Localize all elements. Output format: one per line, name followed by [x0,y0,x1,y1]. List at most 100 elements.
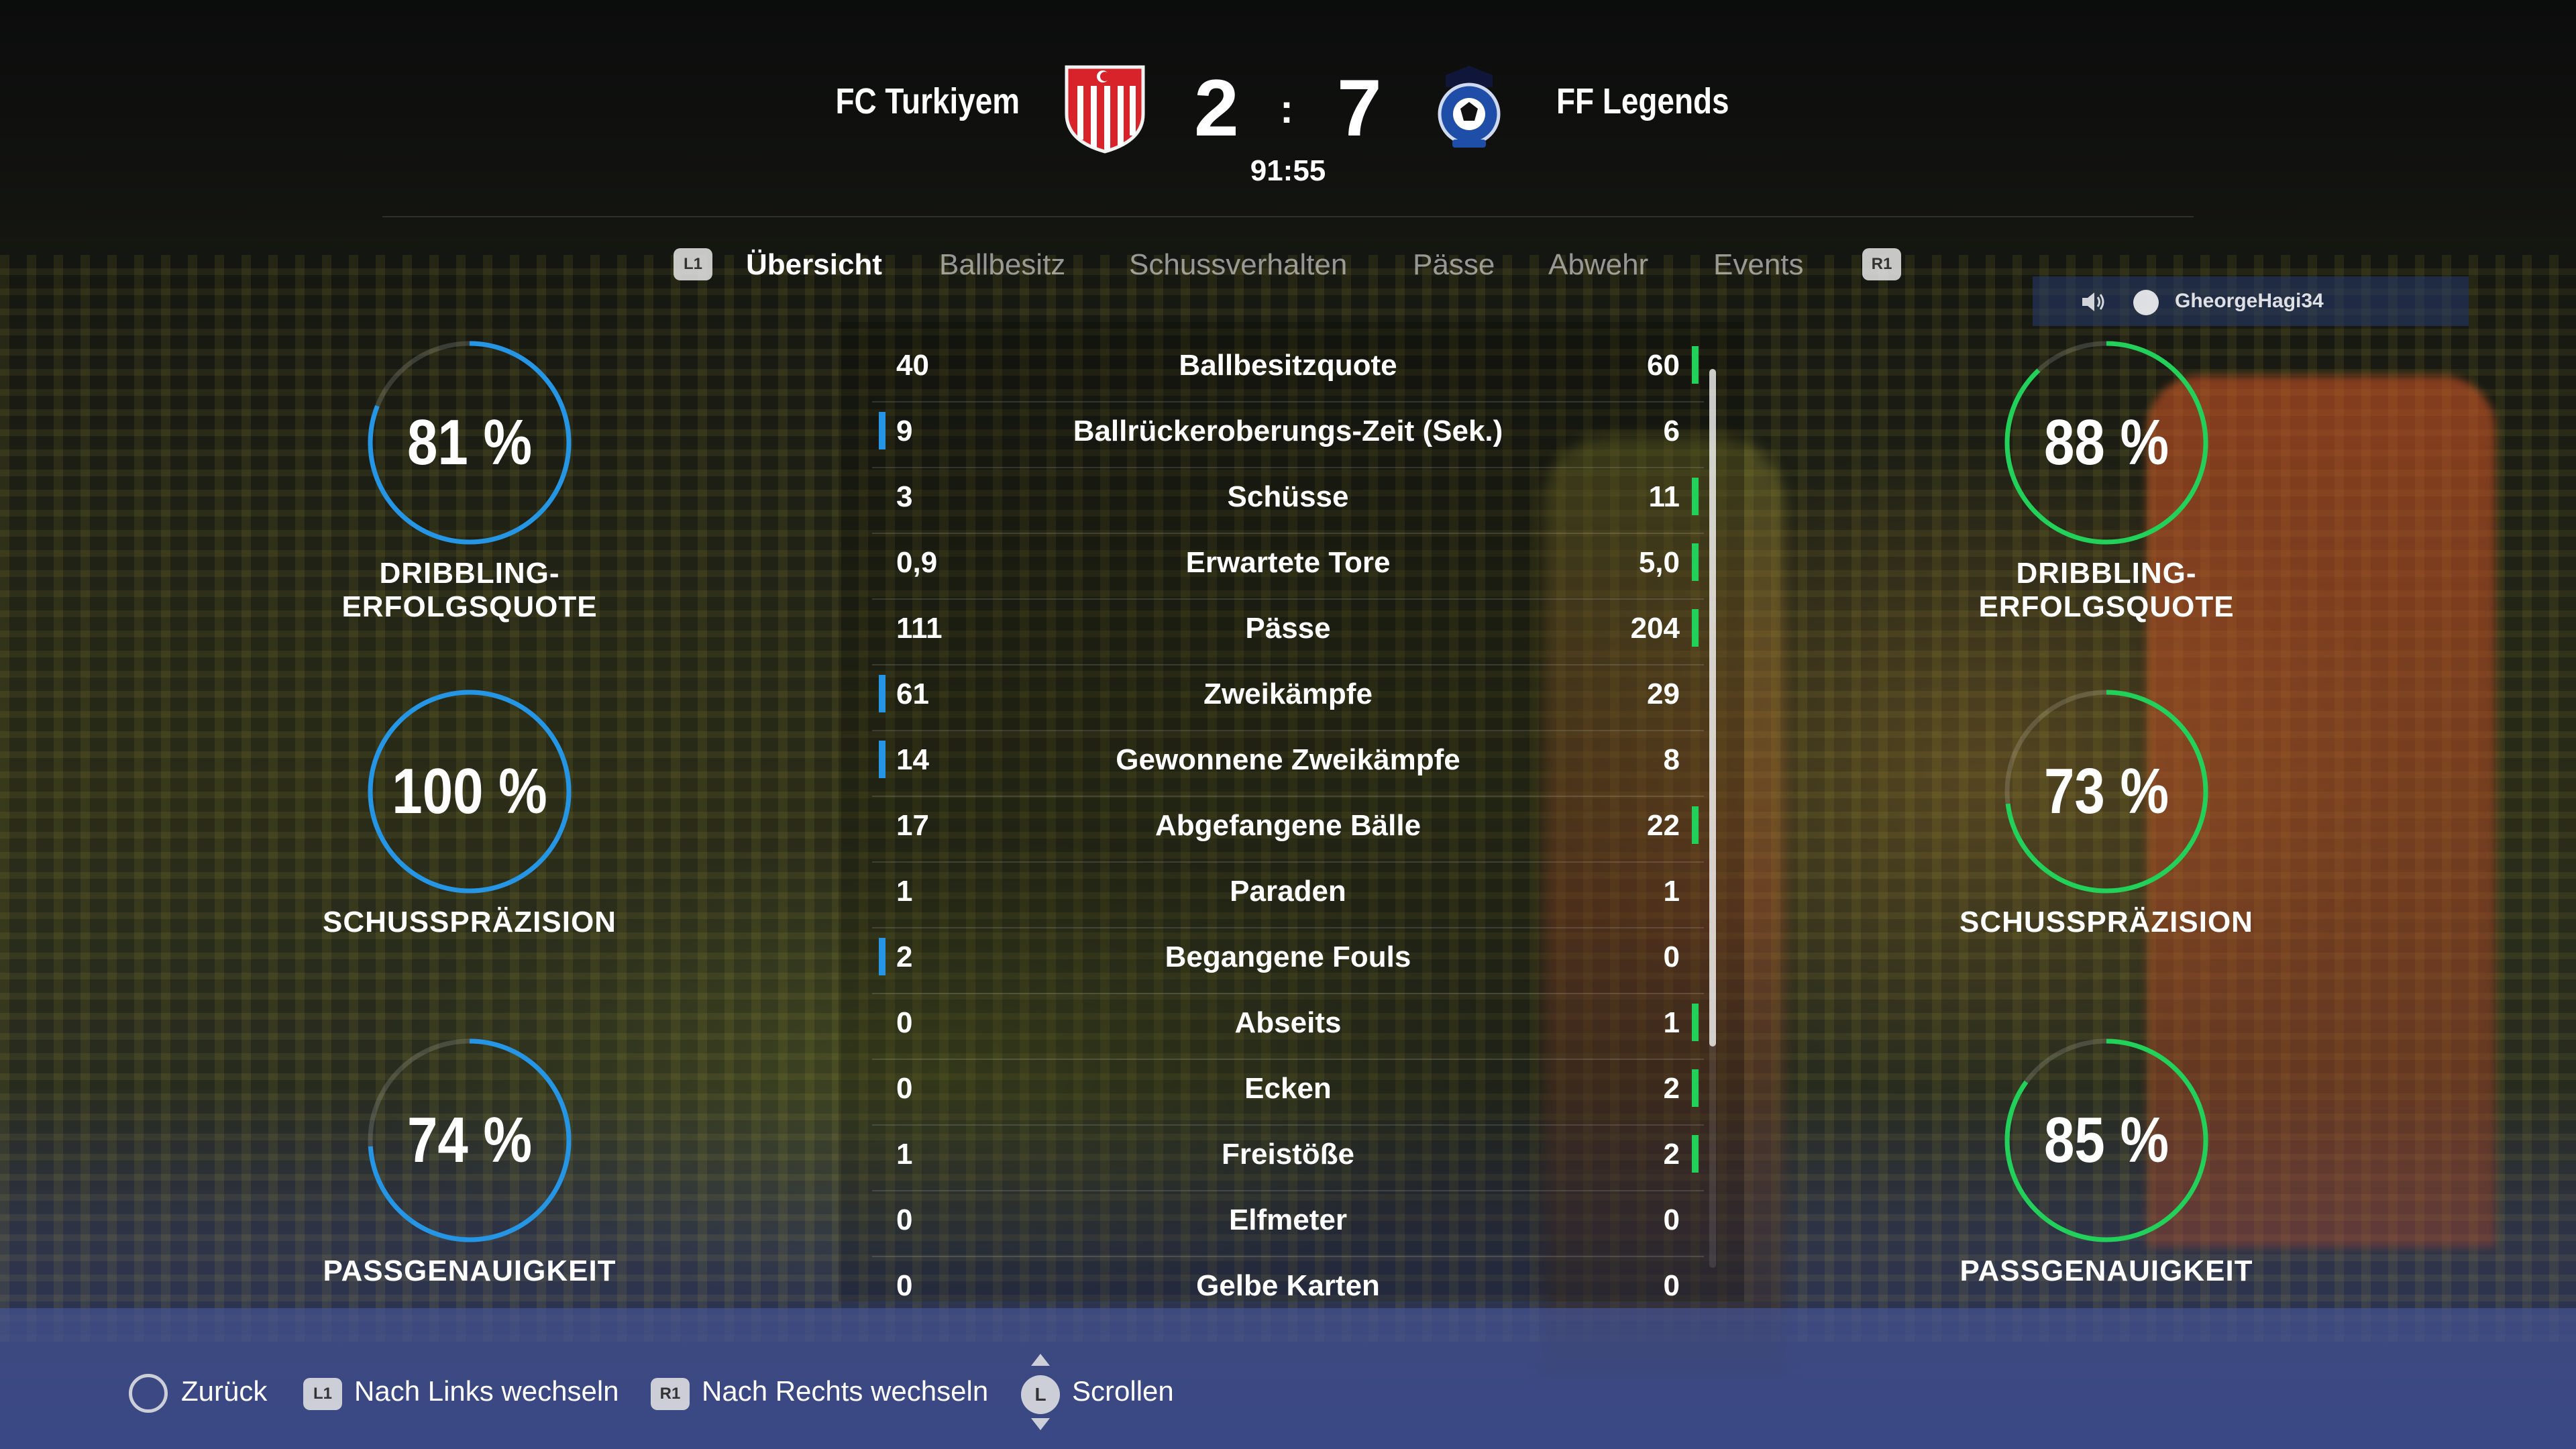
tab-schussverhalten[interactable]: Schussverhalten [1129,248,1347,282]
stat-home-value: 14 [896,743,929,776]
stat-away-value: 8 [1663,743,1680,776]
player-name: GheorgeHagi34 [2175,290,2324,312]
circle-button-icon[interactable] [129,1374,168,1413]
ring-label: PASSGENAUIGKEIT [1960,1254,2253,1287]
stat-label: Ecken [1244,1072,1332,1105]
away-passing-ring: 85 % PASSGENAUIGKEIT [1905,1033,2308,1328]
stat-row: 3 Schüsse 11 [872,467,1704,534]
stat-row: 1 Freistöße 2 [872,1124,1704,1191]
scoreboard: FC Turkiyem 2 : 7 FF Legends 91:55 [0,47,2576,217]
left-stick-icon[interactable]: L [1021,1375,1060,1414]
back-hint[interactable]: Zurück [181,1375,267,1407]
stat-home-value: 40 [896,349,929,382]
stat-row: 0 Elfmeter 0 [872,1190,1704,1257]
ring-value: 85 % [2044,1104,2169,1176]
scroll-hint[interactable]: Scrollen [1072,1375,1174,1407]
stat-row: 0 Gelbe Karten 0 [872,1256,1704,1322]
stat-home-value: 3 [896,480,913,513]
away-shooting-ring: 73 % SCHUSSPRÄZISION [1905,684,2308,979]
away-lead-marker [1692,1004,1699,1041]
ring-value: 81 % [407,407,532,478]
away-team-name: FF Legends [1556,81,1729,121]
stat-away-value: 6 [1663,415,1680,447]
stat-home-value: 0 [896,1203,913,1236]
switch-left-hint[interactable]: Nach Links wechseln [354,1375,619,1407]
tab-abwehr[interactable]: Abwehr [1548,248,1648,282]
stat-away-value: 0 [1663,1203,1680,1236]
r1-button-icon[interactable]: R1 [1862,248,1901,280]
player-tag: GheorgeHagi34 [2033,276,2469,326]
ring-value: 73 % [2044,755,2169,827]
tab-ballbesitz[interactable]: Ballbesitz [939,248,1065,282]
tab-uebersicht[interactable]: Übersicht [746,248,882,282]
stat-label: Paraden [1230,875,1346,908]
ring-label: SCHUSSPRÄZISION [1960,906,2253,938]
score-separator: : [1280,87,1293,131]
stat-away-value: 2 [1663,1072,1680,1105]
stat-home-value: 9 [896,415,913,447]
away-dribbling-ring: 88 % DRIBBLING-ERFOLGSQUOTE [1905,335,2308,631]
stat-home-value: 1 [896,1138,913,1171]
playstation-icon [2133,290,2159,315]
away-lead-marker [1692,346,1699,384]
match-clock: 91:55 [1250,154,1326,187]
stat-home-value: 0 [896,1072,913,1105]
stat-away-value: 204 [1630,612,1680,645]
stat-away-value: 1 [1663,1006,1680,1039]
ring-value: 100 % [392,755,547,827]
arrow-up-icon [1031,1354,1050,1366]
tab-events[interactable]: Events [1713,248,1804,282]
home-passing-ring: 74 % PASSGENAUIGKEIT [268,1033,671,1328]
stat-label: Freistöße [1221,1138,1355,1171]
stat-away-value: 0 [1663,1269,1680,1302]
stat-label: Ballbesitzquote [1179,349,1397,382]
away-crest-icon [1438,66,1501,148]
ring-label: PASSGENAUIGKEIT [323,1254,616,1287]
ring-label: SCHUSSPRÄZISION [323,906,616,938]
stat-home-value: 0,9 [896,546,938,579]
stat-home-value: 2 [896,941,913,973]
away-score: 7 [1337,63,1382,153]
stat-row: 111 Pässe 204 [872,598,1704,665]
r1-hint-icon[interactable]: R1 [651,1378,690,1410]
away-lead-marker [1692,609,1699,647]
tab-paesse[interactable]: Pässe [1413,248,1495,282]
home-lead-marker [879,938,885,975]
home-lead-marker [879,741,885,778]
home-crest-icon [1065,65,1145,154]
stat-row: 0 Ecken 2 [872,1059,1704,1126]
stat-label: Gelbe Karten [1196,1269,1380,1302]
stat-away-value: 11 [1648,480,1680,513]
speaker-icon [2082,292,2104,311]
home-team-name: FC Turkiyem [835,81,1020,121]
stat-label: Gewonnene Zweikämpfe [1116,743,1460,776]
stat-home-value: 111 [896,612,943,645]
l1-hint-icon[interactable]: L1 [303,1378,342,1410]
ring-value: 74 % [407,1104,532,1176]
stat-row: 14 Gewonnene Zweikämpfe 8 [872,730,1704,797]
l1-button-icon[interactable]: L1 [674,248,712,280]
stat-row: 17 Abgefangene Bälle 22 [872,796,1704,863]
away-lead-marker [1692,543,1699,581]
switch-right-hint[interactable]: Nach Rechts wechseln [702,1375,988,1407]
away-lead-marker [1692,806,1699,844]
stat-away-value: 29 [1647,678,1680,710]
stats-scrollbar[interactable] [1709,369,1716,1268]
stat-label: Elfmeter [1228,1203,1348,1236]
stat-away-value: 22 [1647,809,1680,842]
scrollbar-thumb[interactable] [1709,369,1716,1046]
stat-row: 1 Paraden 1 [872,861,1704,928]
away-lead-marker [1692,1135,1699,1173]
ring-label: DRIBBLING-ERFOLGSQUOTE [1978,557,2235,623]
ring-label: DRIBBLING-ERFOLGSQUOTE [341,557,598,623]
home-score: 2 [1194,63,1239,153]
stat-home-value: 1 [896,875,913,908]
stat-row: 40 Ballbesitzquote 60 [872,335,1704,402]
home-lead-marker [879,412,885,449]
stat-row: 2 Begangene Fouls 0 [872,927,1704,994]
stat-home-value: 17 [896,809,929,842]
stat-label: Begangene Fouls [1165,941,1411,973]
button-hints: Zurück L1 Nach Links wechseln R1 Nach Re… [0,1354,2576,1430]
stat-away-value: 0 [1663,941,1680,973]
stat-row: 9 Ballrückeroberungs-Zeit (Sek.) 6 [872,401,1704,468]
